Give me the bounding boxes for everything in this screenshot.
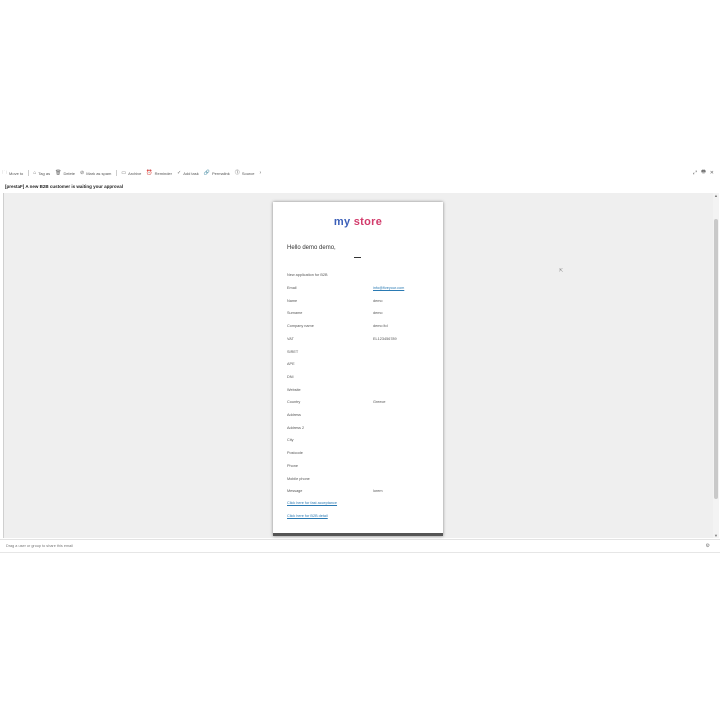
divider [354,257,361,258]
toolbar-separator [28,170,30,176]
toolbar-source-button[interactable]: ⓵ Source [234,169,255,176]
email-body-card: my store Hello demo demo, New applicatio… [273,202,443,536]
toolbar-label: Reminder [154,170,172,176]
field-label: SIRET [287,349,299,354]
field-label: Phone [287,463,298,468]
archive-icon: ▭ [121,169,127,176]
field-label: Address [287,413,301,417]
trash-icon: 🗑 [55,169,62,176]
field-row: DNI [287,375,437,383]
field-label: Email [287,286,297,290]
fast-acceptance-link[interactable]: Click here for fast acceptance [287,501,337,505]
mouse-cursor-icon: ⇱ [559,268,564,274]
footer-divider [0,552,720,553]
toolbar-label: Archive [128,170,142,176]
reminder-icon: ⏰ [146,169,153,176]
toolbar-folder-move-button[interactable]: 🗀 Move to [2,169,24,176]
toolbar-label: Move to [9,170,24,176]
field-label: DNI [287,374,294,379]
scroll-up-icon[interactable]: ▲ [714,193,718,198]
field-row: Surname demo [287,311,437,319]
toolbar-spam-button[interactable]: ⊘ Mark as spam [80,169,112,176]
spam-icon: ⊘ [80,169,85,176]
field-row: Website [287,388,437,396]
permalink-icon: 🔗 [203,169,210,176]
email-subject: [prestaF] A new B2B customer is waiting … [5,184,123,189]
tag-icon: ⌂ [33,169,37,176]
toolbar-archive-button[interactable]: ▭ Archive [121,169,142,176]
field-value: Greece [373,400,386,405]
store-logo[interactable]: my store [273,216,443,228]
field-row: Mobile phone [287,477,437,485]
field-row: Message lorem [287,489,437,497]
field-row: APE [287,362,437,370]
toolbar-separator [116,170,118,176]
toolbar-label: Tag as [38,170,51,176]
field-label: APE [287,362,295,367]
folder-move-icon: 🗀 [2,169,8,176]
field-label: VAT [287,336,294,341]
field-row: Email info@fiveyour.com [287,286,437,294]
toolbar-right-actions: ⤢ 🖶 ✕ [693,166,714,180]
toolbar-permalink-button[interactable]: 🔗 Permalink [203,169,230,176]
toolbar-label: Delete [63,170,75,176]
close-icon[interactable]: ✕ [710,170,714,176]
field-value: demo [373,298,383,303]
toolbar-label: Permalink [212,170,230,176]
field-label: Name [287,298,298,303]
field-value: EL123456789 [373,336,397,341]
toolbar-add-task-button[interactable]: ✓ Add task [176,169,199,176]
field-row: City [287,438,437,446]
print-icon[interactable]: 🖶 [701,169,706,177]
b2b-detail-link[interactable]: Click here for B2B detail [287,514,328,518]
field-row: Postcode [287,451,437,459]
field-row: Name demo [287,299,437,307]
field-label: Message [287,489,303,494]
field-row: VAT EL123456789 [287,337,437,345]
more-icon: › [259,169,262,176]
card-bottom-edge [273,533,443,536]
greeting: Hello demo demo, [287,245,336,251]
share-hint: Drag a user or group to share this email [6,544,73,548]
toolbar-label: Add task [183,170,199,176]
scrollbar-thumb[interactable] [714,219,718,499]
field-row: Address [287,413,437,421]
field-row: SIRET [287,350,437,358]
message-toolbar: 🗀 Move to ⌂ Tag as 🗑 Delete ⊘ Mark as spam ▭ Arch… [0,166,720,180]
field-row: Address 2 [287,426,437,434]
field-value: demo ltd [373,324,388,329]
field-label: Postcode [287,451,303,456]
toolbar-trash-button[interactable]: 🗑 Delete [55,169,75,176]
field-row: Country Greece [287,400,437,408]
intro-text: New application for B2B [287,273,328,277]
source-icon: ⓵ [234,169,240,176]
field-row: Phone [287,464,437,472]
toolbar-reminder-button[interactable]: ⏰ Reminder [146,169,172,176]
gear-icon[interactable]: ⚙ [706,543,710,549]
scroll-down-icon[interactable]: ▼ [714,533,718,538]
field-label: City [287,438,294,443]
field-value: lorem [373,489,383,494]
toolbar-tag-button[interactable]: ⌂ Tag as [33,169,51,176]
field-label: Address 2 [287,425,305,430]
toolbar-label: Source [241,170,255,176]
field-label: Website [287,387,301,392]
email-value-link[interactable]: info@fiveyour.com [373,286,404,290]
field-value: demo [373,311,383,316]
field-label: Country [287,400,301,405]
expand-icon[interactable]: ⤢ [693,170,697,176]
field-label: Mobile phone [287,476,310,481]
toolbar-label: Mark as spam [86,170,112,176]
field-row: Company name demo ltd [287,324,437,332]
add-task-icon: ✓ [176,169,182,176]
field-label: Surname [287,311,303,316]
toolbar-more-button[interactable]: › [259,169,264,176]
viewer-scrollbar[interactable]: ▲ ▼ [713,193,719,538]
field-label: Company name [287,324,314,329]
